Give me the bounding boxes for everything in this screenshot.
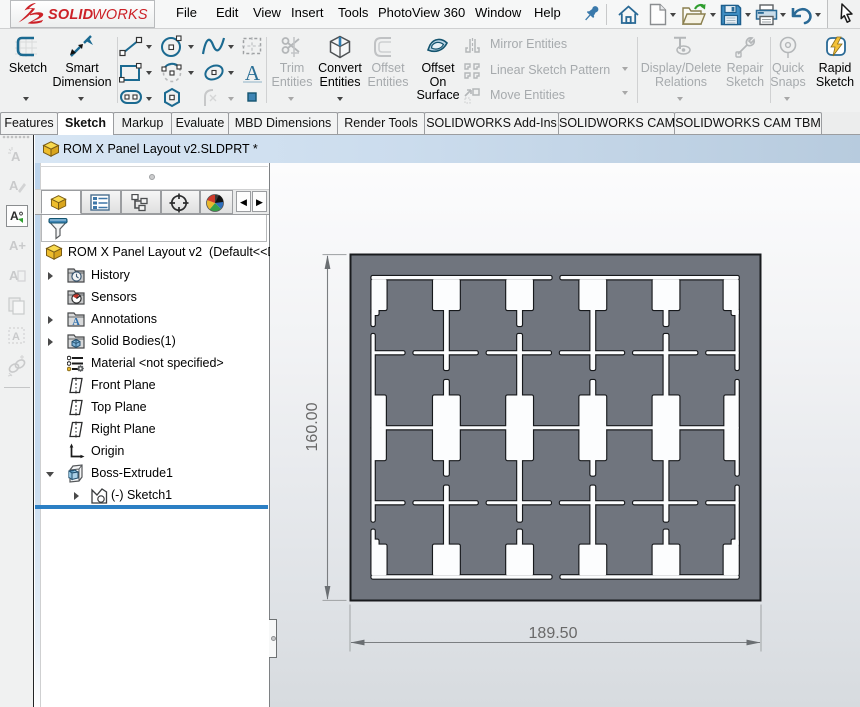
svg-text:160.00: 160.00 [304,402,321,451]
svg-text:A: A [72,317,80,327]
svg-text:WORKS: WORKS [92,7,148,23]
svg-text:SOLID: SOLID [48,7,94,23]
svg-text:189.50: 189.50 [529,625,578,642]
svg-text:A: A [245,61,261,85]
